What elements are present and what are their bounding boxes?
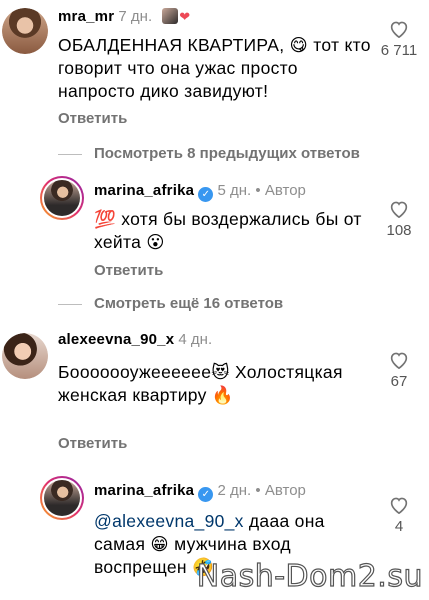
timestamp: 7 дн. — [118, 8, 153, 25]
author-label: Автор — [264, 482, 306, 499]
avatar-image — [44, 180, 80, 216]
like-button[interactable]: 67 — [374, 351, 424, 390]
like-count: 67 — [390, 373, 408, 390]
reply-button[interactable]: Ответить — [58, 110, 127, 127]
reply-button[interactable]: Ответить — [94, 262, 163, 279]
timestamp: 4 дн. — [178, 331, 213, 348]
view-previous-label: Посмотреть 8 предыдущих ответов — [94, 145, 360, 162]
avatar-mra-mr[interactable] — [2, 8, 48, 54]
separator: • — [255, 182, 261, 199]
avatar-alexeevna[interactable] — [2, 333, 48, 379]
reply-marina-afrika-1: marina_afrika ✓ 5 дн. • Автор 💯 хотя бы … — [0, 170, 429, 285]
comment-header: mra_mr 7 дн. ❤ — [58, 8, 190, 25]
separator: • — [255, 482, 261, 499]
heart-outline-icon — [390, 201, 408, 218]
timestamp: 2 дн. — [217, 482, 252, 499]
author-label: Автор — [264, 182, 306, 199]
view-more-replies[interactable]: Смотреть ещё 16 ответов — [58, 295, 283, 312]
username[interactable]: alexeevna_90_x — [58, 331, 174, 348]
username[interactable]: mra_mr — [58, 8, 114, 25]
username[interactable]: marina_afrika — [94, 182, 194, 199]
avatar-marina-afrika[interactable] — [40, 176, 84, 220]
like-count: 108 — [386, 222, 412, 239]
like-count: 4 — [394, 518, 404, 535]
creator-heart-icon: ❤ — [179, 9, 191, 24]
view-previous-replies[interactable]: Посмотреть 8 предыдущих ответов — [58, 145, 360, 162]
comment-header: marina_afrika ✓ 5 дн. • Автор — [94, 182, 306, 202]
like-button[interactable]: 6 711 — [374, 20, 424, 59]
comment-text: 💯 хотя бы воздержались бы от хейта 😮 — [94, 209, 362, 252]
heart-outline-icon — [390, 497, 408, 514]
mention-link[interactable]: @alexeevna_90_x — [94, 511, 244, 531]
comment-text: ОБАЛДЕННАЯ КВАРТИРА, 😋 тот кто говорит ч… — [58, 35, 371, 101]
heart-outline-icon — [390, 352, 408, 369]
reply-button[interactable]: Ответить — [58, 435, 127, 452]
avatar-image — [44, 480, 80, 516]
comment-alexeevna: alexeevna_90_x 4 дн. Бооооооужееееее😻 Хо… — [0, 325, 429, 460]
verified-badge-icon: ✓ — [198, 487, 214, 502]
thread-divider — [58, 303, 82, 305]
comment-text: Бооооооужееееее😻 Холостяцкая женская ква… — [58, 362, 343, 405]
view-more-label: Смотреть ещё 16 ответов — [94, 295, 284, 312]
heart-outline-icon — [390, 21, 408, 38]
author-liked-avatar — [162, 8, 179, 24]
like-count: 6 711 — [380, 42, 418, 59]
avatar-image — [2, 8, 48, 54]
avatar-image — [2, 333, 48, 379]
comment-header: alexeevna_90_x 4 дн. — [58, 331, 212, 348]
like-button[interactable]: 4 — [374, 496, 424, 535]
username[interactable]: marina_afrika — [94, 482, 194, 499]
thread-divider — [58, 153, 82, 155]
comment-mra-mr: mra_mr 7 дн. ❤ ОБАЛДЕННАЯ КВАРТИРА, 😋 то… — [0, 0, 429, 140]
like-button[interactable]: 108 — [374, 200, 424, 239]
avatar-marina-afrika[interactable] — [40, 476, 84, 520]
comment-header: marina_afrika ✓ 2 дн. • Автор — [94, 482, 306, 502]
watermark: Nash-Dom2.su — [196, 558, 423, 594]
timestamp: 5 дн. — [217, 182, 252, 199]
verified-badge-icon: ✓ — [198, 187, 214, 202]
